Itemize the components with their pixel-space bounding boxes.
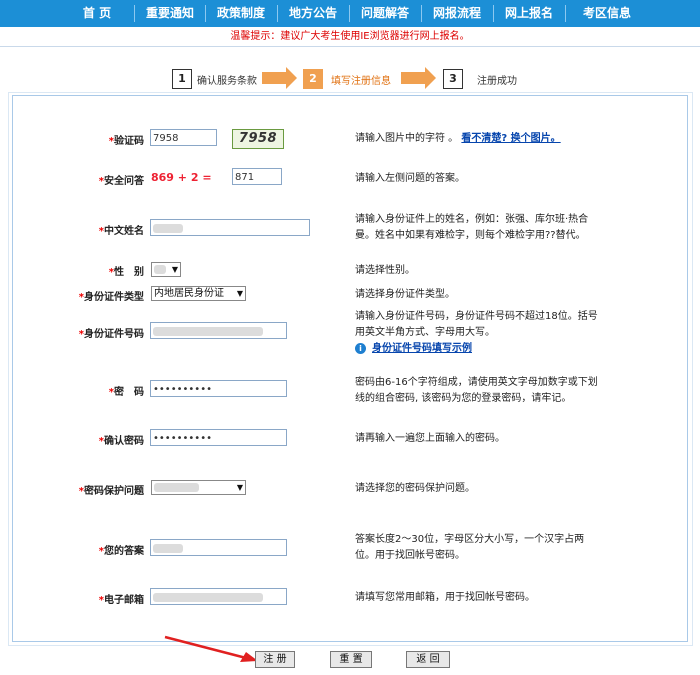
step-indicator: 1 确认服务条款 2 填写注册信息 3 注册成功: [0, 67, 700, 91]
redacted-value: [153, 224, 183, 233]
id-number-label: *身份证件号码: [78, 329, 144, 340]
refresh-captcha-link[interactable]: 看不清楚? 换个图片。: [461, 133, 560, 144]
email-label: *电子邮箱: [98, 595, 144, 606]
security-question-label: *安全问答: [98, 176, 144, 187]
nav-separator: [565, 5, 566, 22]
nav-policies[interactable]: 政策制度: [207, 0, 275, 27]
gender-label: *性 别: [108, 267, 144, 278]
register-button[interactable]: 注 册: [255, 651, 295, 668]
redacted-value: [154, 265, 166, 274]
password-hint: 密码由6-16个字符组成，请使用英文字母加数字或下划线的组合密码, 该密码为您的…: [355, 377, 598, 404]
nav-separator: [493, 5, 494, 22]
divider: [0, 46, 700, 47]
reset-button[interactable]: 重 置: [330, 651, 372, 668]
password-label: *密 码: [108, 387, 144, 398]
captcha-label: *验证码: [108, 136, 144, 147]
answer-input[interactable]: [150, 539, 287, 556]
name-input[interactable]: [150, 219, 310, 236]
redacted-value: [153, 544, 183, 553]
gender-select[interactable]: ▼: [151, 262, 181, 277]
chevron-down-icon: ▼: [171, 265, 178, 274]
id-type-hint: 请选择身份证件类型。: [355, 289, 455, 300]
nav-local-notices[interactable]: 地方公告: [279, 0, 347, 27]
nav-separator: [277, 5, 278, 22]
password-question-hint: 请选择您的密码保护问题。: [355, 483, 475, 494]
nav-register[interactable]: 网上报名: [495, 0, 563, 27]
captcha-hint: 请输入图片中的字符 。 看不清楚? 换个图片。: [355, 133, 561, 144]
nav-process[interactable]: 网报流程: [423, 0, 491, 27]
answer-hint: 答案长度2～30位，字母区分大小写，一个汉字占两位。用于找回帐号密码。: [355, 534, 585, 561]
nav-exam-area[interactable]: 考区信息: [567, 0, 647, 27]
confirm-password-input[interactable]: ••••••••••: [150, 429, 287, 446]
redacted-value: [153, 593, 263, 602]
id-number-input[interactable]: [150, 322, 287, 339]
captcha-input[interactable]: 7958: [150, 129, 217, 146]
id-number-example-link[interactable]: 身份证件号码填写示例: [372, 343, 472, 354]
confirm-password-hint: 请再输入一遍您上面输入的密码。: [355, 433, 505, 444]
redacted-value: [154, 483, 199, 492]
back-button[interactable]: 返 回: [406, 651, 450, 668]
step-3-label: 注册成功: [477, 76, 517, 87]
step-2-label: 填写注册信息: [331, 76, 391, 87]
step-arrow-icon: [401, 67, 436, 89]
nav-separator: [349, 5, 350, 22]
step-1-label: 确认服务条款: [197, 76, 257, 87]
gender-hint: 请选择性别。: [355, 265, 415, 276]
nav-separator: [421, 5, 422, 22]
step-3-number: 3: [443, 69, 463, 89]
name-label: *中文姓名: [98, 226, 144, 237]
security-answer-input[interactable]: 871: [232, 168, 282, 185]
captcha-image[interactable]: 7958: [232, 129, 284, 149]
email-hint: 请填写您常用邮箱，用于找回帐号密码。: [355, 592, 535, 603]
id-number-hint: 请输入身份证件号码，身份证件号码不超过18位。括号用英文半角方式、字母用大写。 …: [355, 311, 598, 354]
nav-separator: [134, 5, 135, 22]
chevron-down-icon: ▼: [236, 289, 243, 298]
warm-tip: 温馨提示：建议广大考生使用IE浏览器进行网上报名。: [0, 28, 700, 46]
confirm-password-label: *确认密码: [98, 436, 144, 447]
redacted-value: [153, 327, 263, 336]
name-hint: 请输入身份证件上的姓名，例如：张强、库尔班·热合曼。姓名中如果有难检字，则每个难…: [355, 214, 589, 241]
nav-faq[interactable]: 问题解答: [351, 0, 419, 27]
step-arrow-icon: [262, 67, 297, 89]
password-question-label: *密码保护问题: [78, 486, 144, 497]
chevron-down-icon: ▼: [236, 483, 243, 492]
password-question-select[interactable]: ▼: [151, 480, 246, 495]
security-question-hint: 请输入左侧问题的答案。: [355, 173, 465, 184]
nav-home[interactable]: 首 页: [62, 0, 132, 27]
id-type-label: *身份证件类型: [78, 292, 144, 303]
password-input[interactable]: ••••••••••: [150, 380, 287, 397]
id-type-select[interactable]: 内地居民身份证 ▼: [151, 286, 246, 301]
answer-label: *您的答案: [98, 546, 144, 557]
top-nav: 首 页 重要通知 政策制度 地方公告 问题解答 网报流程 网上报名 考区信息: [0, 0, 700, 27]
security-question-text: 869 + 2 =: [151, 171, 212, 184]
nav-separator: [205, 5, 206, 22]
step-2-number: 2: [303, 69, 323, 89]
nav-notices[interactable]: 重要通知: [136, 0, 204, 27]
email-input[interactable]: [150, 588, 287, 605]
info-icon: i: [355, 342, 366, 354]
step-1-number: 1: [172, 69, 192, 89]
